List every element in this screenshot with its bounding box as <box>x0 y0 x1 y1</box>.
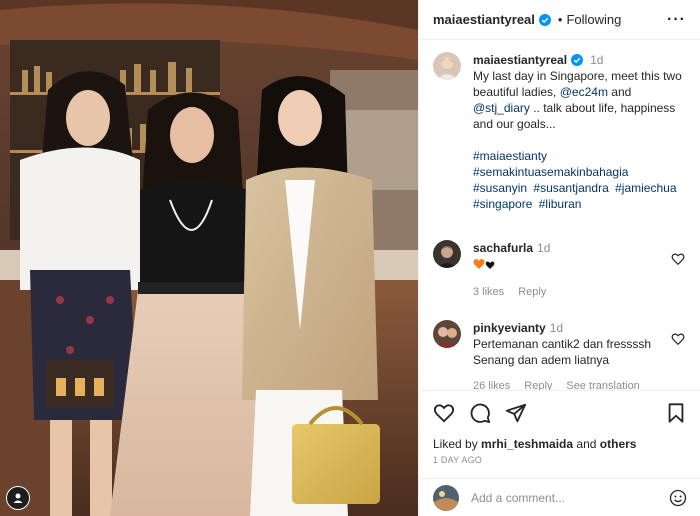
more-options-icon[interactable]: ··· <box>667 11 686 28</box>
comment-likes[interactable]: 3 likes <box>473 284 504 300</box>
caption-text: My last day in Singapore, meet this two … <box>473 68 687 132</box>
avatar[interactable] <box>433 52 461 80</box>
comment-time[interactable]: 1d <box>550 321 563 335</box>
post-side-panel: maiaestiantyreal • Following ··· maiaest… <box>418 0 700 516</box>
comment-text <box>473 258 687 274</box>
hashtag-link[interactable]: #jamiechua <box>615 181 676 195</box>
post-header: maiaestiantyreal • Following ··· <box>419 0 700 40</box>
verified-badge-icon <box>571 54 584 66</box>
post-photo[interactable] <box>0 0 418 516</box>
caption: maiaestiantyreal 1d My last day in Singap… <box>419 40 700 212</box>
liked-by-others[interactable]: others <box>600 437 637 451</box>
mention-link[interactable]: @stj_diary <box>473 101 530 115</box>
hashtag-link[interactable]: #singapore <box>473 197 532 211</box>
hashtags: #maiaestianty #semakintuasemakinbahagia … <box>473 148 687 212</box>
tagged-users-icon[interactable] <box>6 486 30 510</box>
heart-emoji-icon <box>473 259 495 269</box>
header-username[interactable]: maiaestiantyreal <box>433 12 535 27</box>
add-comment-bar <box>419 478 700 516</box>
hashtag-link[interactable]: #maiaestianty <box>473 149 547 163</box>
hashtag-link[interactable]: #semakintuasemakinbahagia <box>473 165 628 179</box>
heart-icon[interactable] <box>433 402 455 424</box>
verified-badge-icon <box>538 13 551 26</box>
comment-text: Pertemanan cantik2 dan fressssh Senang d… <box>473 337 652 367</box>
avatar <box>433 484 459 511</box>
comment-time[interactable]: 1d <box>537 241 550 255</box>
liked-by: Liked by mrhi_teshmaida and others <box>433 437 687 451</box>
hashtag-link[interactable]: #liburan <box>539 197 582 211</box>
comment-input[interactable] <box>471 490 669 505</box>
comment-item: sachafurla 1d 3 likes Reply <box>419 240 700 300</box>
liked-by-user[interactable]: mrhi_teshmaida <box>481 437 573 451</box>
heart-icon[interactable] <box>671 252 685 266</box>
heart-icon[interactable] <box>671 332 685 346</box>
reply-button[interactable]: Reply <box>518 284 546 300</box>
caption-time[interactable]: 1d <box>590 53 603 67</box>
post-date[interactable]: 1 DAY AGO <box>433 455 687 465</box>
reply-button[interactable]: Reply <box>524 378 552 390</box>
send-icon[interactable] <box>505 402 527 424</box>
separator-dot: • <box>557 12 563 27</box>
comment-username[interactable]: pinkyevianty <box>473 321 546 335</box>
comment-likes[interactable]: 26 likes <box>473 378 510 390</box>
comment-item: pinkyevianty 1d Pertemanan cantik2 dan fr… <box>419 320 700 390</box>
liked-by-and: and <box>573 437 600 451</box>
hashtag-link[interactable]: #susantjandra <box>533 181 608 195</box>
emoji-icon[interactable] <box>669 489 687 507</box>
comments-scroll-area[interactable]: maiaestiantyreal 1d My last day in Singap… <box>419 40 700 390</box>
avatar[interactable] <box>433 240 461 268</box>
mention-link[interactable]: @ec24m <box>560 85 608 99</box>
liked-by-prefix: Liked by <box>433 437 482 451</box>
post-actions: Liked by mrhi_teshmaida and others 1 DAY… <box>419 390 700 465</box>
following-button[interactable]: Following <box>566 12 621 27</box>
post-image <box>0 0 418 516</box>
comment-icon[interactable] <box>469 402 491 424</box>
hashtag-link[interactable]: #susanyin <box>473 181 527 195</box>
avatar[interactable] <box>433 320 461 348</box>
comment-username[interactable]: sachafurla <box>473 241 533 255</box>
see-translation-button[interactable]: See translation <box>566 378 639 390</box>
bookmark-icon[interactable] <box>665 402 687 424</box>
caption-username[interactable]: maiaestiantyreal <box>473 53 567 67</box>
caption-and: and <box>607 85 632 99</box>
